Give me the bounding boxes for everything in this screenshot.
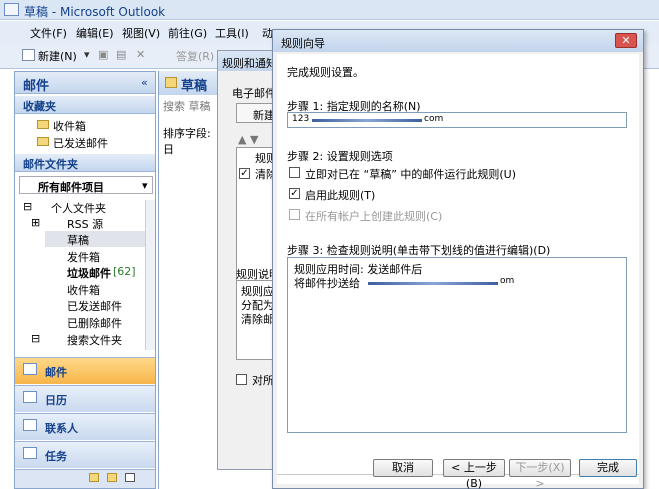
chevron-down-icon: ▾ <box>142 179 148 192</box>
nav-contacts-label: 联系人 <box>45 422 78 435</box>
wizard-title: 规则向导 <box>281 37 325 50</box>
new-button[interactable]: 新建(N) <box>38 48 77 64</box>
fav-inbox[interactable]: 收件箱 <box>53 118 86 134</box>
favorites-header[interactable]: 收藏夹 <box>15 96 155 114</box>
list-header: 草稿 <box>159 71 221 95</box>
next-button[interactable]: 下一步(X) > <box>509 459 571 489</box>
tree-outbox[interactable]: 发件箱 <box>67 249 100 265</box>
tree-scrollbar[interactable] <box>145 200 155 350</box>
mail-folders-label: 邮件文件夹 <box>23 158 78 171</box>
tasks-icon <box>23 447 37 459</box>
desc-line-2: 将邮件抄送给 <box>294 277 360 290</box>
calendar-icon <box>23 391 37 403</box>
tree-personal[interactable]: 个人文件夹 <box>51 200 106 216</box>
navigation-pane: 邮件 « 收藏夹 收件箱 已发送邮件 邮件文件夹 所有邮件项目 ▾ ⊟ 个人文件… <box>14 71 156 489</box>
nav-header: 邮件 <box>15 72 155 94</box>
rule-name-prefix: 123 <box>292 114 310 124</box>
list-title: 草稿 <box>181 79 208 94</box>
rule-checkbox[interactable]: ✓ <box>239 168 250 179</box>
wizard-body: 完成规则设置。 步骤 1: 指定规则的名称(N) 123 com 步骤 2: 设… <box>277 54 639 489</box>
outlook-app-icon <box>4 3 19 16</box>
wizard-titlebar: 规则向导 ✕ <box>273 30 643 52</box>
fav-sent[interactable]: 已发送邮件 <box>53 135 108 151</box>
print-icon[interactable]: ▣ <box>98 48 108 61</box>
rules-desc-line: 清除邮 <box>241 313 274 326</box>
tree-sent[interactable]: 已发送邮件 <box>67 298 122 314</box>
menu-file[interactable]: 文件(F) <box>30 25 67 41</box>
menu-go[interactable]: 前往(G) <box>168 25 207 41</box>
new-dropdown-icon[interactable]: ▾ <box>84 48 90 61</box>
rules-new-button[interactable]: 新建 <box>236 103 276 123</box>
tree-rss[interactable]: RSS 源 <box>67 216 103 232</box>
delete-icon[interactable]: ✕ <box>136 48 145 61</box>
list-search-input[interactable]: 搜索 草稿 <box>163 98 211 114</box>
tree-drafts[interactable]: 草稿 <box>67 232 89 248</box>
all-items-label: 所有邮件项目 <box>38 181 104 194</box>
contacts-icon <box>23 419 37 431</box>
expand-search-icon[interactable]: ⊟ <box>31 332 40 345</box>
junk-count: [62] <box>113 265 136 278</box>
tree-search-folders[interactable]: 搜索文件夹 <box>67 332 122 348</box>
run-now-label: 立即对已在 “草稿” 中的邮件运行此规则(U) <box>305 168 517 181</box>
mail-icon <box>23 363 37 375</box>
new-mail-icon <box>22 49 35 61</box>
wizard-heading: 完成规则设置。 <box>287 66 364 79</box>
enable-rule-label: 启用此规则(T) <box>305 189 376 202</box>
redacted-email <box>312 119 422 122</box>
menu-tools[interactable]: 工具(I) <box>215 25 249 41</box>
rules-wizard-dialog: 规则向导 ✕ 完成规则设置。 步骤 1: 指定规则的名称(N) 123 com … <box>272 29 644 489</box>
nav-tasks-label: 任务 <box>45 450 67 463</box>
step2-label: 步骤 2: 设置规则选项 <box>287 150 393 163</box>
apply-all-checkbox[interactable] <box>236 374 247 385</box>
all-items-dropdown[interactable]: 所有邮件项目 ▾ <box>19 176 153 194</box>
menu-edit[interactable]: 编辑(E) <box>76 25 114 41</box>
expand-rss-icon[interactable]: ⊞ <box>31 216 40 229</box>
message-list-pane: 草稿 搜索 草稿 排序字段: 日 <box>158 71 221 489</box>
sort-label[interactable]: 排序字段: 日 <box>163 125 220 157</box>
title-bar: 草稿 - Microsoft Outlook <box>0 0 659 20</box>
sent-folder-icon <box>37 137 49 146</box>
mail-folders-header[interactable]: 邮件文件夹 <box>15 154 155 172</box>
collapse-icon[interactable]: « <box>141 76 148 89</box>
shortcuts-icon[interactable] <box>125 473 135 482</box>
rules-move-icons[interactable]: ▲ ▼ <box>238 133 258 146</box>
rules-tab-email[interactable]: 电子邮件 <box>232 85 276 101</box>
favorites-header-label: 收藏夹 <box>23 100 56 113</box>
tree-deleted[interactable]: 已删除邮件 <box>67 315 122 331</box>
expand-icon[interactable]: ⊟ <box>23 200 32 213</box>
back-button[interactable]: < 上一步(B) <box>443 459 505 489</box>
redacted-recipient-link[interactable] <box>368 282 498 285</box>
cancel-button[interactable]: 取消 <box>373 459 433 477</box>
rule-name-suffix: com <box>424 114 444 124</box>
reply-button[interactable]: 答复(R) <box>176 48 214 64</box>
close-icon[interactable]: ✕ <box>615 33 637 48</box>
nav-mail-label: 邮件 <box>45 366 67 379</box>
all-accounts-label: 在所有帐户上创建此规则(C) <box>305 210 443 223</box>
finish-button[interactable]: 完成 <box>579 459 637 477</box>
menu-view[interactable]: 视图(V) <box>122 25 160 41</box>
tree-drafts-selected[interactable] <box>45 231 149 247</box>
nav-shortcut-bar <box>15 469 155 488</box>
drafts-icon <box>165 77 177 88</box>
tree-inbox[interactable]: 收件箱 <box>67 282 100 298</box>
enable-rule-checkbox[interactable]: ✓ <box>289 188 300 199</box>
tree-junk[interactable]: 垃圾邮件 <box>67 265 111 281</box>
rules-title: 规则和通知 <box>222 57 277 70</box>
notes-icon[interactable] <box>89 473 99 482</box>
move-icon[interactable]: ▤ <box>116 48 126 61</box>
step3-label: 步骤 3: 检查规则说明(单击带下划线的值进行编辑)(D) <box>287 244 551 257</box>
nav-calendar-label: 日历 <box>45 394 67 407</box>
all-accounts-checkbox[interactable] <box>289 209 300 220</box>
nav-header-title: 邮件 <box>23 79 50 94</box>
folder-list-icon[interactable] <box>107 473 117 482</box>
run-now-checkbox[interactable] <box>289 167 300 178</box>
rule-description-box: 规则应用时间: 发送邮件后 将邮件抄送给 om <box>287 257 627 433</box>
inbox-folder-icon <box>37 120 49 129</box>
rule-name-input[interactable]: 123 com <box>287 112 627 128</box>
recipient-suffix[interactable]: om <box>500 276 514 286</box>
window-title: 草稿 - Microsoft Outlook <box>24 5 166 19</box>
